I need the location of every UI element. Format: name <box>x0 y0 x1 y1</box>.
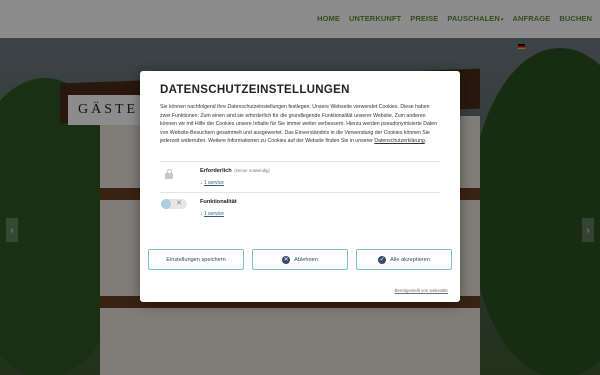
close-icon: ✕ <box>282 255 291 264</box>
save-settings-label: Einstellungen speichern <box>166 256 226 263</box>
toggle-knob <box>161 198 171 209</box>
consent-option-functionality: ✕ Funktionalität ↓ 1 service <box>160 193 440 223</box>
privacy-policy-link[interactable]: Datenschutzerklärung <box>374 138 424 144</box>
option-title: Funktionalität <box>200 198 237 205</box>
decline-button[interactable]: ✕ Ablehnen <box>252 249 348 270</box>
option-title-text: Erforderlich <box>200 167 232 174</box>
option-services-label: 1 service <box>203 179 224 186</box>
option-services-label: 1 service <box>203 210 224 217</box>
accept-all-label: Alle akzeptieren <box>390 256 430 263</box>
close-icon: ✕ <box>176 199 182 207</box>
lock-icon <box>165 168 173 179</box>
option-note: (immer notwendig) <box>234 167 270 173</box>
modal-actions: Einstellungen speichern ✕ Ablehnen ✓ Alle … <box>148 249 452 270</box>
cookie-consent-modal: DATENSCHUTZEINSTELLUNGEN Sie können nach… <box>140 71 460 302</box>
accept-all-button[interactable]: ✓ Alle akzeptieren <box>356 249 452 270</box>
option-title: Erforderlich (immer notwendig) <box>200 168 270 174</box>
option-services-link[interactable]: ↓ 1 service <box>200 211 237 217</box>
consent-option-required: Erforderlich (immer notwendig) ↓ 1 servi… <box>160 162 440 192</box>
save-settings-button[interactable]: Einstellungen speichern <box>148 249 244 270</box>
check-icon: ✓ <box>378 255 387 264</box>
modal-title: DATENSCHUTZEINSTELLUNGEN <box>160 84 350 96</box>
decline-label: Ablehnen <box>294 256 318 263</box>
powered-by-link[interactable]: Bereitgestellt von webexBK <box>395 288 448 293</box>
functionality-toggle[interactable]: ✕ <box>161 198 187 209</box>
modal-description: Sie können nachfolgend Ihre Datenschutze… <box>160 104 438 145</box>
option-services-link[interactable]: ↓ 1 service <box>200 180 270 186</box>
